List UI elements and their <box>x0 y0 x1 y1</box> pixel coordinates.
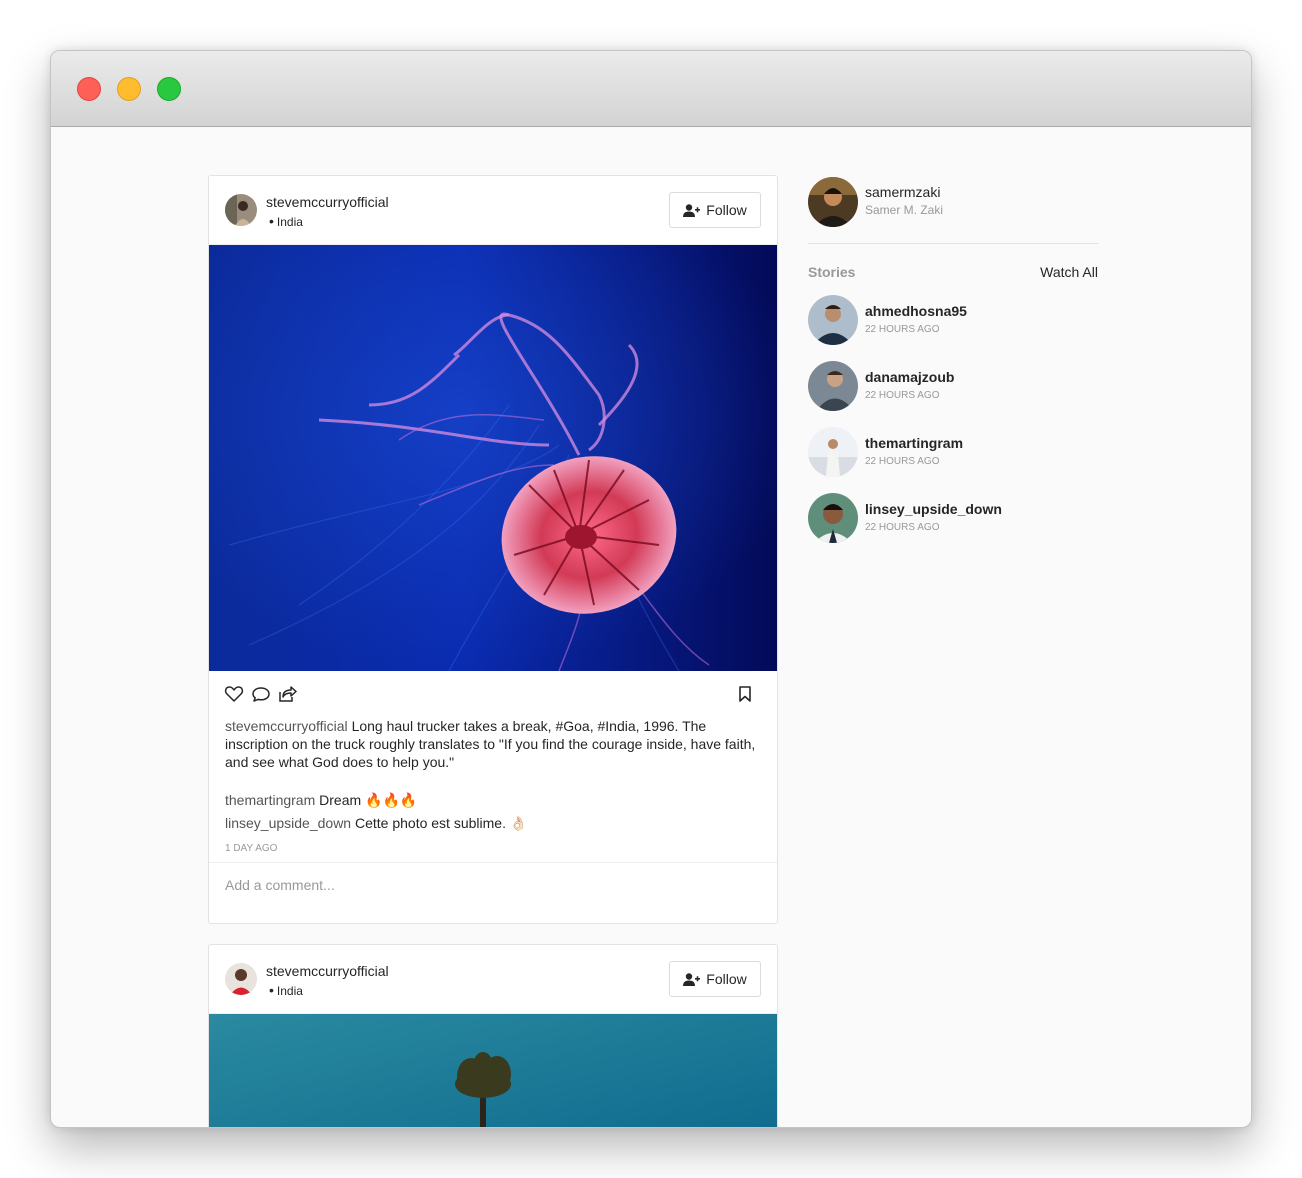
story-time: 22 HOURS AGO <box>865 456 940 467</box>
comment-text: Dream 🔥🔥🔥 <box>319 792 418 808</box>
feed-page: stevemccurryofficial • India Follow stev… <box>51 127 1251 1127</box>
post-author-avatar[interactable] <box>225 194 257 226</box>
title-bar <box>51 51 1251 127</box>
post-timestamp: 1 DAY AGO <box>225 843 278 854</box>
post-image[interactable] <box>209 1014 777 1127</box>
post-image[interactable] <box>209 245 777 671</box>
story-username: ahmedhosna95 <box>865 303 967 319</box>
current-user-username[interactable]: samermzaki <box>865 184 940 200</box>
current-user-fullname: Samer M. Zaki <box>865 203 944 217</box>
post-actions <box>209 671 777 717</box>
follow-button[interactable]: Follow <box>669 192 761 228</box>
comment-text: Cette photo est sublime. 👌🏻 <box>354 815 528 831</box>
feed-post: stevemccurryofficial • India Follow <box>208 175 778 924</box>
stories-heading: Stories <box>808 264 856 280</box>
post-location: • India <box>269 982 303 998</box>
story-avatar[interactable] <box>808 493 858 543</box>
minimize-window-button[interactable] <box>117 77 141 101</box>
close-window-button[interactable] <box>77 77 101 101</box>
comment-icon[interactable] <box>251 684 271 704</box>
share-icon[interactable] <box>277 684 297 704</box>
story-time: 22 HOURS AGO <box>865 522 940 533</box>
story-item[interactable]: linsey_upside_down 22 HOURS AGO <box>808 493 1098 543</box>
zoom-window-button[interactable] <box>157 77 181 101</box>
follow-button-label: Follow <box>706 971 747 987</box>
current-user-avatar[interactable] <box>808 177 858 227</box>
comment-username[interactable]: themartingram <box>225 792 315 808</box>
post-header: stevemccurryofficial • India Follow <box>209 176 777 245</box>
story-item[interactable]: danamajzoub 22 HOURS AGO <box>808 361 1098 411</box>
comment-list: themartingram Dream 🔥🔥🔥 linsey_upside_do… <box>209 771 777 835</box>
post-header: stevemccurryofficial • India Follow <box>209 945 777 1014</box>
feed-post: stevemccurryofficial • India Follow <box>208 944 778 1127</box>
comment: linsey_upside_down Cette photo est subli… <box>225 812 761 835</box>
browser-window: stevemccurryofficial • India Follow stev… <box>50 50 1252 1128</box>
watch-all-link[interactable]: Watch All <box>1040 264 1098 280</box>
post-location-label: India <box>276 215 303 229</box>
caption-username[interactable]: stevemccurryofficial <box>225 718 348 734</box>
story-time: 22 HOURS AGO <box>865 390 940 401</box>
story-avatar[interactable] <box>808 427 858 477</box>
heart-icon[interactable] <box>224 684 244 704</box>
story-item[interactable]: ahmedhosna95 22 HOURS AGO <box>808 295 1098 345</box>
follow-button[interactable]: Follow <box>669 961 761 997</box>
story-item[interactable]: themartingram 22 HOURS AGO <box>808 427 1098 477</box>
story-avatar[interactable] <box>808 361 858 411</box>
post-author-avatar[interactable] <box>225 963 257 995</box>
story-time: 22 HOURS AGO <box>865 324 940 335</box>
comment-username[interactable]: linsey_upside_down <box>225 815 351 831</box>
story-username: danamajzoub <box>865 369 955 385</box>
bookmark-icon[interactable] <box>735 684 755 704</box>
current-user-card: samermzaki Samer M. Zaki <box>808 177 1098 244</box>
comment: themartingram Dream 🔥🔥🔥 <box>225 789 761 812</box>
post-location: • India <box>269 213 303 229</box>
story-username: linsey_upside_down <box>865 501 1002 517</box>
post-author-username[interactable]: stevemccurryofficial <box>266 194 389 210</box>
post-location-label: India <box>276 984 303 998</box>
follow-button-label: Follow <box>706 202 747 218</box>
story-username: themartingram <box>865 435 964 451</box>
post-caption: stevemccurryofficial Long haul trucker t… <box>209 717 777 771</box>
post-author-username[interactable]: stevemccurryofficial <box>266 963 389 979</box>
user-plus-icon <box>683 203 701 217</box>
story-avatar[interactable] <box>808 295 858 345</box>
user-plus-icon <box>683 972 701 986</box>
add-comment-input[interactable]: Add a comment... <box>209 862 777 923</box>
